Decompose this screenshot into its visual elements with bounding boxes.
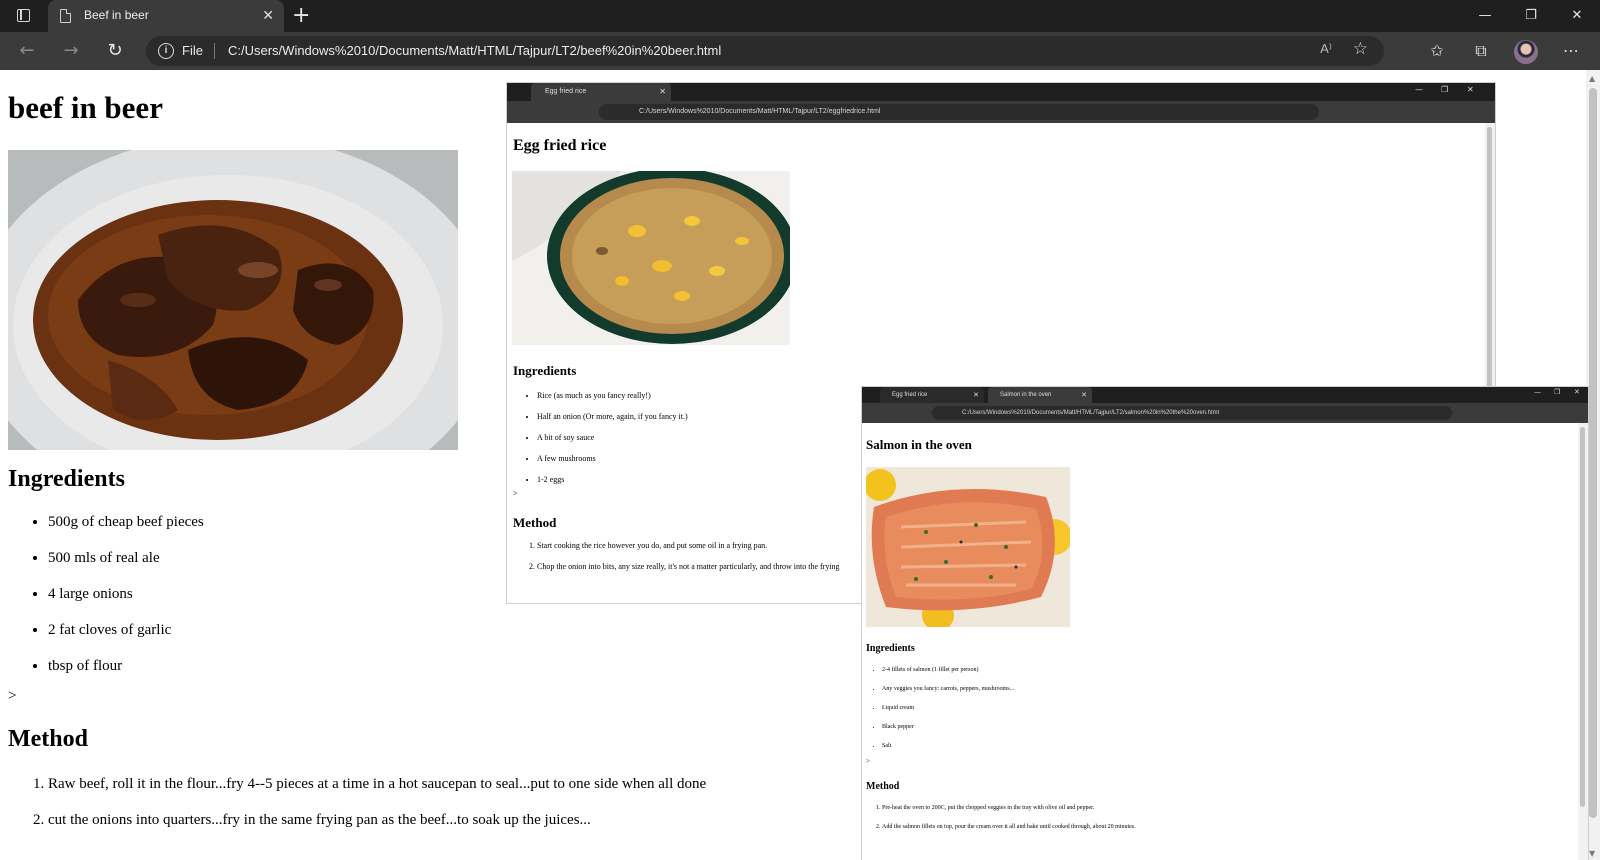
embedded-scrollbar-thumb: [1580, 427, 1585, 807]
tab-bar: Beef in beer ✕ + — ❐ ✕: [0, 0, 1600, 32]
list-item: Any veggies you fancy: carrots, peppers,…: [882, 680, 1014, 699]
restore-icon: ❐: [1441, 85, 1449, 94]
window-close-icon: ✕: [1574, 388, 1580, 396]
embedded-scrollbar: [1578, 423, 1588, 860]
back-icon[interactable]: ←: [14, 38, 40, 64]
tab-beef-in-beer[interactable]: Beef in beer ✕: [48, 0, 284, 32]
restore-icon[interactable]: ❐: [1516, 6, 1546, 26]
egg-method-list: Start cooking the rice however you do, a…: [537, 535, 840, 577]
salmon-photo: [866, 467, 1070, 627]
beef-dish-photo: [8, 150, 458, 450]
list-item: 500g of cheap beef pieces: [48, 504, 204, 540]
window-close-icon: ✕: [1467, 85, 1474, 94]
page-icon: [60, 9, 71, 23]
salmon-ingredients-heading: Ingredients: [866, 643, 915, 654]
scroll-down-icon[interactable]: ▼: [1589, 849, 1595, 858]
egg-stray-text: >: [513, 489, 518, 498]
add-tab-icon[interactable]: +: [292, 3, 310, 29]
embedded-address-bar: C:/Users/Windows%2010/Documents/Matt/HTM…: [599, 104, 1319, 120]
list-item: Rice (as much as you fancy really!): [537, 385, 688, 406]
egg-method-heading: Method: [513, 515, 557, 530]
list-item: tbsp of flour: [48, 648, 204, 684]
embedded-address-bar: C:/Users/Windows%2010/Documents/Matt/HTM…: [932, 406, 1452, 420]
list-item: A few mushrooms: [537, 448, 688, 469]
list-item: 1-2 eggs: [537, 469, 688, 490]
close-icon[interactable]: ✕: [262, 7, 274, 25]
embedded-toolbar: C:/Users/Windows%2010/Documents/Matt/HTM…: [862, 403, 1588, 423]
embedded-tab: Egg fried rice ✕: [880, 387, 984, 403]
close-icon: ✕: [1081, 391, 1087, 399]
embedded-tab-bar: Egg fried rice ✕ Salmon in the oven ✕ — …: [862, 387, 1588, 403]
minimize-icon[interactable]: —: [1470, 6, 1500, 26]
egg-fried-rice-photo: [512, 171, 790, 345]
salmon-method-heading: Method: [866, 781, 900, 792]
forward-icon[interactable]: →: [58, 38, 84, 64]
embedded-tab-bar: Egg fried rice ✕ — ❐ ✕: [507, 83, 1495, 101]
salmon-screenshot: Egg fried rice ✕ Salmon in the oven ✕ — …: [862, 387, 1588, 860]
page-title: beef in beer: [8, 90, 163, 125]
list-item: Liquid cream: [882, 699, 1014, 718]
embedded-tab-title: Salmon in the oven: [1000, 392, 1052, 398]
page-scrollbar[interactable]: ▲ ▼: [1586, 70, 1600, 860]
egg-ingredients-heading: Ingredients: [513, 363, 577, 378]
tab-actions-icon[interactable]: [10, 7, 38, 25]
restore-icon: ❐: [1554, 388, 1561, 396]
ingredients-heading: Ingredients: [8, 466, 125, 492]
file-label: File: [182, 43, 203, 58]
embedded-toolbar: C:/Users/Windows%2010/Documents/Matt/HTM…: [507, 101, 1495, 123]
list-item: 2 fat cloves of garlic: [48, 612, 204, 648]
egg-title: Egg fried rice: [513, 137, 607, 154]
list-item: Start cooking the rice however you do, a…: [537, 535, 840, 556]
window-close-icon[interactable]: ✕: [1562, 6, 1592, 26]
embedded-tab-title: Egg fried rice: [545, 88, 587, 95]
embedded-tab-title: Egg fried rice: [892, 392, 928, 398]
address-bar[interactable]: i File C:/Users/Windows%2010/Documents/M…: [146, 36, 1384, 66]
close-icon: ✕: [973, 391, 979, 399]
list-item: Raw beef, roll it in the flour...fry 4--…: [48, 766, 706, 802]
info-icon[interactable]: i: [158, 43, 174, 59]
embedded-tab: Egg fried rice ✕: [531, 83, 671, 101]
method-heading: Method: [8, 726, 88, 752]
close-icon: ✕: [659, 87, 666, 96]
method-list: Raw beef, roll it in the flour...fry 4--…: [48, 766, 706, 838]
embedded-tab: Salmon in the oven ✕: [988, 387, 1092, 403]
profile-avatar[interactable]: [1514, 40, 1538, 64]
ingredients-list: 500g of cheap beef pieces 500 mls of rea…: [48, 504, 204, 684]
add-favorite-icon[interactable]: ☆: [1353, 39, 1368, 59]
read-aloud-icon[interactable]: A⁾: [1320, 41, 1332, 57]
list-item: Add the salmon fillets on top, pour the …: [882, 818, 1136, 837]
list-item: 4 large onions: [48, 576, 204, 612]
browser-toolbar: ← → ↻ i File C:/Users/Windows%2010/Docum…: [0, 32, 1600, 70]
list-item: Salt: [882, 737, 1014, 756]
more-icon[interactable]: ⋯: [1558, 38, 1584, 64]
egg-ingredients-list: Rice (as much as you fancy really!) Half…: [537, 385, 688, 490]
collections-icon[interactable]: ⧉: [1468, 38, 1494, 64]
embedded-url: C:/Users/Windows%2010/Documents/Matt/HTM…: [962, 410, 1220, 416]
refresh-icon[interactable]: ↻: [102, 38, 128, 64]
salmon-ingredients-list: 2-4 fillets of salmon (1 fillet per pers…: [882, 661, 1014, 756]
minimize-icon: —: [1534, 388, 1541, 396]
list-item: 2-4 fillets of salmon (1 fillet per pers…: [882, 661, 1014, 680]
list-item: A bit of soy sauce: [537, 427, 688, 448]
salmon-stray-text: >: [866, 757, 870, 765]
scrollbar-thumb[interactable]: [1589, 88, 1597, 818]
salmon-method-list: Pre-heat the oven to 200C, put the chopp…: [882, 799, 1136, 837]
salmon-title: Salmon in the oven: [866, 437, 972, 452]
list-item: Chop the onion into bits, any size reall…: [537, 556, 840, 577]
favorites-icon[interactable]: ✩: [1424, 38, 1450, 64]
scroll-up-icon[interactable]: ▲: [1589, 74, 1595, 83]
list-item: 500 mls of real ale: [48, 540, 204, 576]
stray-text: >: [8, 688, 17, 704]
list-item: Pre-heat the oven to 200C, put the chopp…: [882, 799, 1136, 818]
minimize-icon: —: [1415, 85, 1423, 94]
list-item: Black pepper: [882, 718, 1014, 737]
address-url[interactable]: C:/Users/Windows%2010/Documents/Matt/HTM…: [228, 43, 721, 58]
tab-title: Beef in beer: [84, 8, 149, 22]
list-item: Half an onion (Or more, again, if you fa…: [537, 406, 688, 427]
embedded-url: C:/Users/Windows%2010/Documents/Matt/HTM…: [639, 108, 881, 115]
list-item: cut the onions into quarters...fry in th…: [48, 802, 706, 838]
address-separator: [214, 43, 215, 59]
